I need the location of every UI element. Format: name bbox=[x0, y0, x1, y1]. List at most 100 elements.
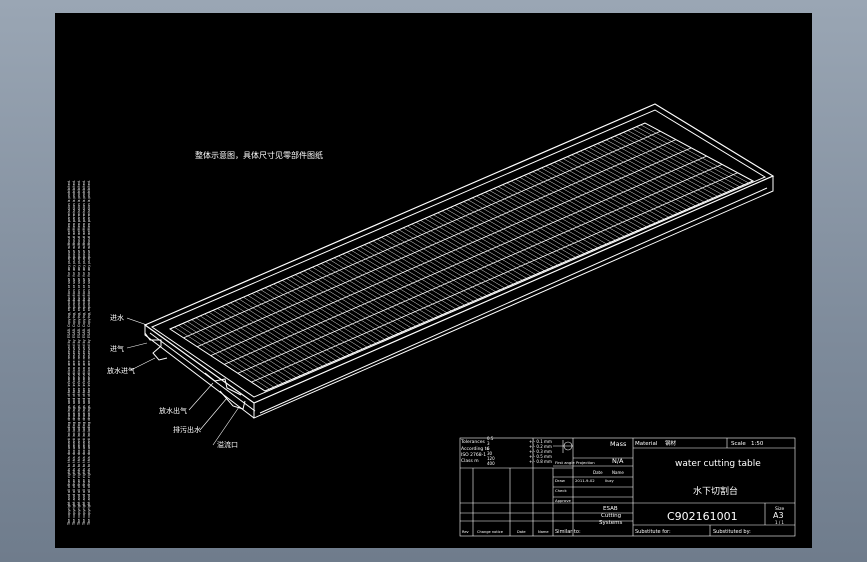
label-slag-port: 排污出水 bbox=[173, 425, 201, 434]
grid-line bbox=[364, 244, 465, 306]
grid-line bbox=[230, 302, 328, 365]
grid-line bbox=[450, 207, 554, 268]
grid-line bbox=[277, 281, 377, 344]
grid-line bbox=[295, 274, 394, 336]
grid-line bbox=[636, 126, 745, 186]
copyright-side-text-5: The copyright and all other rights to th… bbox=[87, 180, 91, 526]
tolerances-heading: Tolerances bbox=[460, 439, 485, 445]
rev-header: Rev bbox=[462, 530, 470, 534]
size-value: A3 bbox=[773, 511, 784, 520]
grid-line bbox=[381, 237, 483, 298]
material-label: Material bbox=[635, 441, 658, 447]
mass-value: N/A bbox=[612, 457, 624, 465]
company-line-3: Systems bbox=[599, 520, 623, 526]
grid-line bbox=[398, 229, 501, 291]
grid-line bbox=[523, 175, 629, 235]
copyright-side-text-2: The copyright and all other rights to th… bbox=[72, 180, 76, 526]
tol-value-5: +/- 0.8 mm bbox=[529, 459, 552, 464]
grid-line bbox=[428, 216, 532, 277]
grid-line bbox=[575, 152, 683, 212]
grid-line bbox=[536, 169, 643, 229]
grid-line bbox=[308, 268, 408, 331]
grid-line bbox=[359, 246, 461, 308]
drawing-note: 整体示意图，具体尺寸见零部件图纸 bbox=[195, 150, 323, 160]
grid-line bbox=[416, 222, 518, 283]
grid-line bbox=[549, 164, 656, 224]
grid-line bbox=[606, 139, 714, 199]
grid-line bbox=[273, 283, 372, 346]
grid-line bbox=[584, 149, 691, 208]
grid-line bbox=[424, 218, 527, 279]
grid-line bbox=[519, 177, 625, 237]
first-angle-label: First angle Projection bbox=[555, 460, 595, 465]
grid-line bbox=[541, 167, 647, 228]
material-value: 钢材 bbox=[665, 439, 677, 447]
grid-line bbox=[325, 261, 425, 323]
substituted-by-label: Substituted by: bbox=[713, 529, 751, 535]
grid-line bbox=[411, 223, 514, 285]
grid-line bbox=[269, 285, 368, 348]
draw-label: Draw bbox=[555, 478, 565, 483]
grid-line bbox=[247, 295, 345, 357]
substitute-for-label: Substitute for: bbox=[635, 529, 671, 535]
grid-line bbox=[545, 165, 652, 226]
grating-grid bbox=[169, 122, 754, 392]
draw-name: liuzy bbox=[605, 478, 615, 483]
grid-line bbox=[614, 135, 723, 195]
label-inlet-air: 进气 bbox=[110, 344, 124, 353]
grid-line bbox=[251, 293, 350, 355]
cad-drawing: The copyright and all other rights to th… bbox=[67, 103, 796, 537]
drawing-number: C902161001 bbox=[667, 510, 738, 523]
name-label: Name bbox=[612, 470, 624, 475]
grid-line bbox=[394, 231, 496, 292]
grid-line bbox=[567, 156, 674, 216]
mass-label: Mass bbox=[610, 440, 627, 448]
grid-line bbox=[355, 248, 456, 310]
copyright-side-text-4: The copyright and all other rights to th… bbox=[82, 180, 86, 526]
grid-line bbox=[571, 154, 678, 214]
tolerances-line-2: ISO 2768-1 bbox=[461, 452, 486, 458]
grid-line bbox=[264, 287, 363, 350]
title-en: water cutting table bbox=[675, 459, 761, 469]
grid-line bbox=[580, 150, 687, 210]
label-drain-air: 放水进气 bbox=[107, 366, 135, 375]
tolerances-line-1: According to bbox=[461, 446, 489, 452]
grid-line bbox=[493, 188, 598, 249]
grid-line bbox=[260, 289, 359, 352]
check-label: Check bbox=[555, 488, 567, 493]
title-cn: 水下切割台 bbox=[693, 485, 738, 497]
grid-line bbox=[467, 199, 572, 260]
grid-line bbox=[290, 276, 390, 338]
grid-line bbox=[385, 235, 487, 296]
date-label: Date bbox=[593, 470, 603, 475]
grid-line bbox=[489, 190, 594, 250]
grid-line bbox=[480, 193, 585, 254]
similar-label: Similar to: bbox=[555, 529, 581, 535]
grid-line bbox=[485, 192, 589, 252]
grid-line bbox=[515, 178, 621, 239]
grid-line bbox=[506, 182, 612, 243]
change-notice-header: Change notice bbox=[477, 530, 504, 534]
copyright-side-text: The copyright and all other rights to th… bbox=[67, 180, 71, 526]
grid-line bbox=[631, 128, 740, 187]
drawing-sheet: The copyright and all other rights to th… bbox=[55, 13, 812, 548]
grid-line bbox=[351, 250, 452, 312]
grid-line bbox=[368, 242, 470, 304]
grid-line bbox=[234, 300, 332, 363]
grid-line bbox=[528, 173, 634, 233]
grid-line bbox=[597, 143, 705, 203]
grid-line bbox=[463, 201, 567, 262]
grid-line bbox=[372, 240, 474, 302]
grid-line bbox=[601, 141, 709, 201]
title-block-lines bbox=[459, 437, 796, 537]
rev-name-header: Name bbox=[538, 530, 549, 534]
scale-value: 1:50 bbox=[751, 441, 764, 447]
grid-line bbox=[403, 227, 505, 289]
grid-line bbox=[459, 203, 563, 264]
grid-line bbox=[593, 145, 700, 205]
grid-line bbox=[562, 158, 669, 218]
grid-line bbox=[558, 160, 665, 220]
approve-label: Approve bbox=[555, 498, 571, 503]
grid-line bbox=[243, 296, 341, 359]
grid-line bbox=[441, 210, 545, 271]
